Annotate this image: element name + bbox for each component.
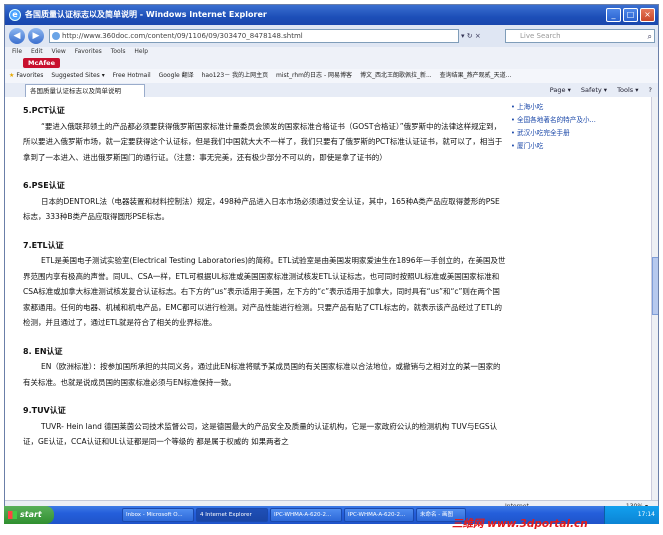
favorites-bar: ★ Favorites Suggested Sites ▾ Free Hotma… (5, 69, 658, 84)
search-icon[interactable]: ⌕ (648, 31, 652, 43)
menu-edit[interactable]: Edit (31, 48, 43, 55)
address-row: ◀ ▶ http://www.360doc.com/content/09/110… (5, 25, 658, 47)
help-button[interactable]: ? (649, 86, 652, 94)
close-button[interactable]: × (640, 8, 655, 22)
back-button[interactable]: ◀ (9, 28, 25, 44)
article-section: 6.PSE认证 日本的DENTORL法（电器装置和材料控制法）规定，498种产品… (23, 178, 507, 225)
menu-file[interactable]: File (12, 48, 22, 55)
section-heading: 5.PCT认证 (23, 106, 65, 115)
favorite-link[interactable]: 查询结果_燕产观贰_天道... (440, 72, 512, 79)
start-button[interactable]: start (4, 506, 54, 524)
article: 5.PCT认证 “要进入俄联邦领土的产品都必须要获得俄罗斯国家标准计量委员会颁发… (23, 103, 507, 463)
menu-view[interactable]: View (52, 48, 66, 55)
safety-menu-button[interactable]: Safety ▾ (581, 86, 607, 94)
favorite-link[interactable]: 博文_西北王朗歌佩拉_新... (360, 72, 432, 79)
taskbar-item-pdf[interactable]: IPC-WHMA-A-620-2... (344, 508, 414, 522)
mcafee-button[interactable]: McAfee (23, 58, 60, 68)
vertical-scrollbar[interactable] (651, 97, 658, 500)
scrollbar-thumb[interactable] (652, 257, 658, 315)
browser-window: e 各国质量认证标志以及简单说明 - Windows Internet Expl… (4, 4, 659, 524)
maximize-button[interactable]: □ (623, 8, 638, 22)
favorites-button[interactable]: Favorites (16, 72, 43, 79)
taskbar-item-pdf[interactable]: IPC-WHMA-A-620-2... (270, 508, 342, 522)
article-section: 8. EN认证 EN（欧洲标准）：按参加国所承担的共同义务，通过此EN标准将赋予… (23, 344, 507, 391)
article-section: 9.TUV认证 TUVR- Hein land 德国莱茵公司技术监督公司，这是德… (23, 403, 507, 450)
address-url: http://www.360doc.com/content/09/1106/09… (62, 32, 303, 40)
favorite-link[interactable]: Google 翻译 (159, 72, 194, 79)
search-input[interactable]: Live Search ⌕ (505, 29, 655, 43)
page-content: 5.PCT认证 “要进入俄联邦领土的产品都必须要获得俄罗斯国家标准计量委员会颁发… (5, 97, 651, 500)
minimize-button[interactable]: _ (606, 8, 621, 22)
article-section: 5.PCT认证 “要进入俄联邦领土的产品都必须要获得俄罗斯国家标准计量委员会颁发… (23, 103, 507, 165)
refresh-stop-buttons[interactable]: ▾ ↻ × (461, 29, 501, 43)
favorite-link[interactable]: Suggested Sites ▾ (51, 72, 104, 79)
title-bar: e 各国质量认证标志以及简单说明 - Windows Internet Expl… (5, 5, 658, 25)
section-heading: 7.ETL认证 (23, 240, 64, 250)
related-link[interactable]: • 上海小吃 (511, 101, 647, 114)
taskbar-item-outlook[interactable]: Inbox - Microsoft O... (122, 508, 194, 522)
windows-logo-icon (8, 511, 17, 519)
related-links: • 上海小吃 • 全国各地著名的特产及小... • 武汉小吃完全手册 • 厦门小… (511, 101, 647, 153)
tab-row: 各国质量认证标志以及简单说明 Page ▾ Safety ▾ Tools ▾ ? (5, 83, 658, 98)
section-heading: 8. EN认证 (23, 346, 63, 356)
section-heading: 6.PSE认证 (23, 181, 65, 190)
section-body: ETL是美国电子测试实验室(Electrical Testing Laborat… (23, 256, 506, 327)
article-section: 7.ETL认证 ETL是美国电子测试实验室(Electrical Testing… (23, 238, 507, 331)
related-link[interactable]: • 武汉小吃完全手册 (511, 127, 647, 140)
search-placeholder: Live Search (520, 32, 561, 40)
command-bar: Page ▾ Safety ▾ Tools ▾ ? (542, 83, 652, 97)
menu-favorites[interactable]: Favorites (75, 48, 102, 55)
favorite-link[interactable]: Free Hotmail (113, 72, 151, 79)
address-input[interactable]: http://www.360doc.com/content/09/1106/09… (49, 29, 459, 43)
taskbar-item-ie[interactable]: 4 Internet Explorer (196, 508, 268, 522)
tools-menu-button[interactable]: Tools ▾ (617, 86, 638, 94)
menu-tools[interactable]: Tools (111, 48, 126, 55)
related-link[interactable]: • 厦门小吃 (511, 140, 647, 153)
section-body: TUVR- Hein land 德国莱茵公司技术监督公司，这是德国最大的产品安全… (23, 421, 498, 447)
window-title: 各国质量认证标志以及简单说明 - Windows Internet Explor… (25, 10, 267, 19)
clock: 17:14 (637, 511, 655, 518)
section-body: “要进入俄联邦领土的产品都必须要获得俄罗斯国家标准计量委员会颁发的国家标准合格证… (23, 121, 503, 162)
section-body: 日本的DENTORL法（电器装置和材料控制法）规定，498种产品进入日本市场必须… (23, 196, 500, 222)
ie-logo-icon: e (9, 9, 21, 21)
forward-button[interactable]: ▶ (28, 28, 44, 44)
favorite-link[interactable]: hao123－ 我的上网主页 (202, 72, 269, 79)
favorites-star-icon: ★ (9, 72, 15, 79)
tab-current-page[interactable]: 各国质量认证标志以及简单说明 (25, 84, 145, 97)
page-menu-button[interactable]: Page ▾ (550, 86, 571, 94)
page-icon (52, 32, 60, 40)
section-body: EN（欧洲标准）：按参加国所承担的共同义务，通过此EN标准将赋予某成员国的有关国… (23, 362, 501, 387)
favorite-link[interactable]: mist_rhm的日志 - 网易博客 (276, 72, 352, 79)
section-heading: 9.TUV认证 (23, 406, 66, 415)
menu-help[interactable]: Help (134, 48, 148, 55)
system-tray: 17:14 (604, 506, 659, 524)
related-link[interactable]: • 全国各地著名的特产及小... (511, 114, 647, 127)
menu-bar: File Edit View Favorites Tools Help (5, 47, 658, 57)
site-watermark: 三维网 www.3dportal.cn (452, 518, 588, 530)
